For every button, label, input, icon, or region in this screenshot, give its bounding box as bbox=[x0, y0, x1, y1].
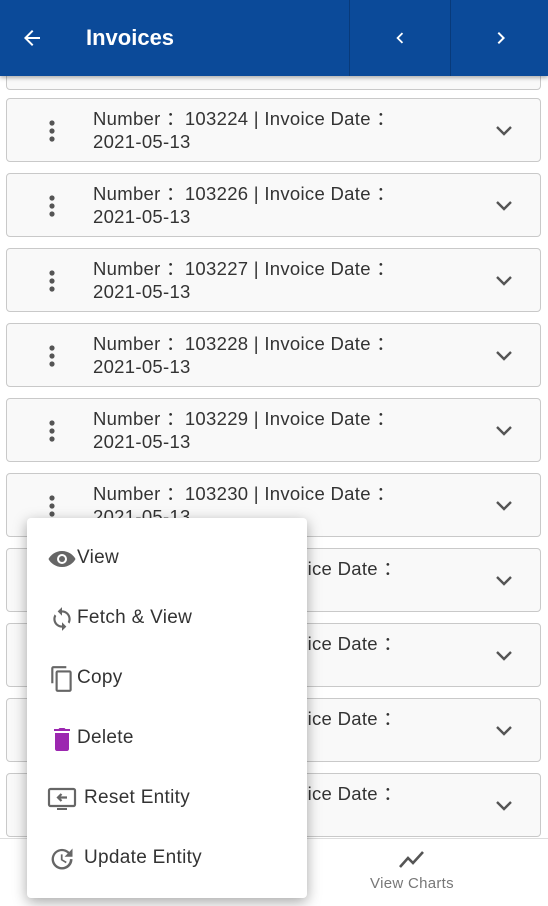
menu-item-label: Reset Entity bbox=[84, 787, 191, 808]
more-vert-icon[interactable] bbox=[39, 190, 65, 222]
expand-chevron-icon[interactable] bbox=[491, 794, 517, 818]
expand-chevron-icon[interactable] bbox=[491, 344, 517, 368]
menu-item-label: Fetch & View bbox=[77, 607, 193, 628]
context-menu: View Fetch & View Copy Delete Reset Enti… bbox=[27, 518, 307, 898]
refresh-icon bbox=[47, 604, 77, 634]
app-bar: Invoices bbox=[0, 0, 548, 76]
expand-chevron-icon[interactable] bbox=[491, 719, 517, 743]
expand-chevron-icon[interactable] bbox=[491, 569, 517, 593]
menu-item-label: Update Entity bbox=[84, 847, 202, 868]
menu-item-update-entity[interactable]: Update Entity bbox=[27, 828, 307, 888]
invoice-list-item[interactable]: Number ：103228 | Invoice Date ： 2021-05-1… bbox=[6, 323, 541, 387]
reset-screen-icon bbox=[47, 784, 77, 814]
previous-button[interactable] bbox=[349, 0, 449, 76]
expand-chevron-icon[interactable] bbox=[491, 119, 517, 143]
expand-chevron-icon[interactable] bbox=[491, 419, 517, 443]
more-vert-icon[interactable] bbox=[39, 415, 65, 447]
page-title: Invoices bbox=[86, 25, 175, 50]
line-chart-icon bbox=[399, 851, 424, 868]
expand-chevron-icon[interactable] bbox=[491, 194, 517, 218]
invoice-summary: Number ：103228 | Invoice Date ： 2021-05-1… bbox=[93, 333, 396, 377]
back-button[interactable] bbox=[14, 20, 50, 56]
copy-icon bbox=[47, 664, 77, 694]
next-button[interactable] bbox=[450, 0, 548, 76]
expand-chevron-icon[interactable] bbox=[491, 644, 517, 668]
view-charts-button[interactable]: View Charts bbox=[362, 849, 462, 903]
menu-item-reset-entity[interactable]: Reset Entity bbox=[27, 768, 307, 828]
menu-item-copy[interactable]: Copy bbox=[27, 648, 307, 708]
invoice-list-item[interactable]: Number ：103229 | Invoice Date ： 2021-05-1… bbox=[6, 398, 541, 462]
menu-item-fetch-view[interactable]: Fetch & View bbox=[27, 588, 307, 648]
invoice-list-item[interactable]: Number ：103224 | Invoice Date ： 2021-05-1… bbox=[6, 98, 541, 162]
update-clock-icon bbox=[47, 844, 77, 874]
expand-chevron-icon[interactable] bbox=[491, 269, 517, 293]
chevron-right-icon bbox=[497, 32, 505, 44]
invoice-list-item[interactable]: Number ：103227 | Invoice Date ： 2021-05-1… bbox=[6, 248, 541, 312]
more-vert-icon[interactable] bbox=[39, 115, 65, 147]
arrow-left-icon bbox=[24, 30, 40, 46]
list-item-partial[interactable] bbox=[6, 76, 541, 90]
invoice-list-item[interactable]: Number ：103226 | Invoice Date ： 2021-05-1… bbox=[6, 173, 541, 237]
more-vert-icon[interactable] bbox=[39, 265, 65, 297]
eye-icon bbox=[47, 544, 77, 574]
invoice-summary-partial: oice Date ： bbox=[297, 558, 403, 579]
menu-item-label: Delete bbox=[77, 727, 134, 748]
invoice-summary-partial: oice Date ： bbox=[297, 633, 403, 654]
more-vert-icon[interactable] bbox=[39, 340, 65, 372]
menu-item-label: Copy bbox=[77, 667, 123, 688]
invoice-summary: Number ：103226 | Invoice Date ： 2021-05-1… bbox=[93, 183, 396, 227]
view-charts-label: View Charts bbox=[370, 875, 454, 892]
invoice-summary-partial: oice Date ： bbox=[297, 708, 403, 729]
menu-item-delete[interactable]: Delete bbox=[27, 708, 307, 768]
invoice-summary: Number ：103227 | Invoice Date ： 2021-05-1… bbox=[93, 258, 396, 302]
invoice-summary: Number ：103229 | Invoice Date ： 2021-05-1… bbox=[93, 408, 396, 452]
trash-icon bbox=[47, 724, 77, 754]
menu-item-view[interactable]: View bbox=[27, 528, 307, 588]
invoice-summary: Number ：103224 | Invoice Date ： 2021-05-1… bbox=[93, 108, 396, 152]
chevron-left-icon bbox=[395, 32, 403, 44]
invoice-summary-partial: oice Date ： bbox=[297, 783, 403, 804]
menu-item-label: View bbox=[77, 547, 120, 568]
expand-chevron-icon[interactable] bbox=[491, 494, 517, 518]
